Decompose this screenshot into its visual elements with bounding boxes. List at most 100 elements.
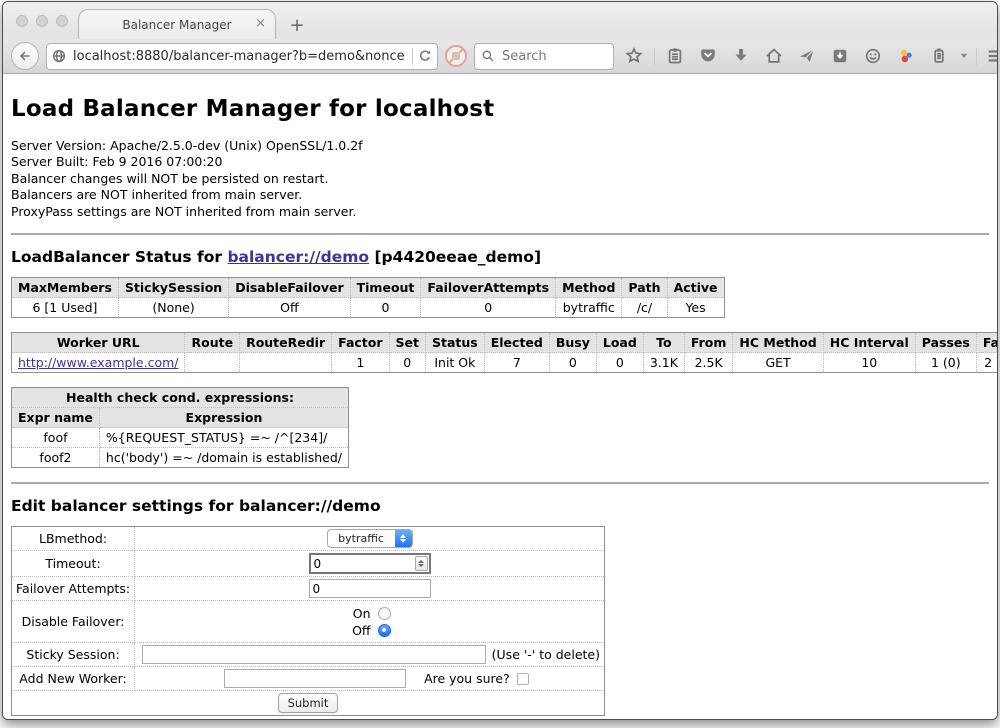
col-from: From	[684, 333, 733, 353]
cell-route	[185, 353, 240, 373]
cell-expr-name: foof2	[12, 448, 100, 468]
tab-close-icon[interactable]: ×	[255, 17, 266, 31]
battery-icon	[930, 47, 948, 65]
table-header-row: MaxMembers StickySession DisableFailover…	[12, 278, 725, 298]
cell-factor: 1	[332, 353, 389, 373]
close-window-button[interactable]	[16, 15, 28, 27]
form-row-add-worker: Add New Worker: Are you sure?	[12, 667, 605, 691]
sticky-session-hint: (Use '-' to delete)	[492, 647, 600, 662]
timeout-input[interactable]	[309, 553, 431, 574]
col-path: Path	[622, 278, 667, 298]
col-hc-method: HC Method	[733, 333, 823, 353]
worker-row: http://www.example.com/ 1 0 Init Ok 7 0 …	[12, 353, 998, 373]
browser-window: Balancer Manager × +	[2, 1, 998, 720]
zoom-window-button[interactable]	[56, 15, 68, 27]
col-load: Load	[596, 333, 643, 353]
url-bar[interactable]	[46, 43, 438, 70]
worker-url-link[interactable]: http://www.example.com/	[18, 355, 178, 370]
failover-attempts-input[interactable]	[309, 579, 431, 598]
balancer-status-table: MaxMembers StickySession DisableFailover…	[11, 277, 725, 318]
minimize-window-button[interactable]	[36, 15, 48, 27]
col-timeout: Timeout	[350, 278, 421, 298]
failover-attempts-cell	[135, 577, 605, 601]
balancer-link[interactable]: balancer://demo	[227, 248, 369, 266]
globe-icon	[51, 48, 67, 64]
are-you-sure-checkbox[interactable]	[517, 673, 529, 685]
radio-on[interactable]	[378, 607, 391, 620]
cell-fails: 2 (0)	[976, 353, 997, 373]
col-worker-url: Worker URL	[12, 333, 185, 353]
status-heading-prefix: LoadBalancer Status for	[11, 248, 227, 266]
cell-routeredir	[240, 353, 332, 373]
server-info: Server Version: Apache/2.5.0-dev (Unix) …	[11, 138, 989, 220]
radio-off-label: Off	[349, 623, 371, 638]
persist-note-line: Balancer changes will NOT be persisted o…	[11, 171, 989, 187]
content-blocker-icon[interactable]	[445, 45, 467, 67]
health-table-title: Health check cond. expressions:	[12, 388, 349, 408]
cell-hc-method: GET	[733, 353, 823, 373]
status-heading: LoadBalancer Status for balancer://demo …	[11, 248, 989, 266]
col-method: Method	[556, 278, 622, 298]
search-input[interactable]	[500, 48, 600, 65]
add-worker-input[interactable]	[224, 669, 406, 688]
new-tab-button[interactable]: +	[286, 17, 308, 35]
urlbar-divider	[412, 48, 413, 65]
home-button[interactable]	[761, 43, 787, 69]
radio-off[interactable]	[378, 624, 391, 637]
col-status: Status	[426, 333, 485, 353]
divider-1	[11, 233, 989, 235]
cell-maxmembers: 6 [1 Used]	[12, 298, 119, 318]
submit-button[interactable]: Submit	[278, 693, 339, 713]
titlebar: Balancer Manager × +	[3, 2, 997, 39]
are-you-sure-label: Are you sure?	[424, 671, 510, 686]
sticky-session-cell: (Use '-' to delete)	[135, 643, 605, 667]
bookmark-star-icon	[625, 47, 643, 65]
menu-icon	[987, 47, 998, 65]
form-row-lbmethod: LBmethod: bytraffic	[12, 527, 605, 551]
save-to-device-button[interactable]	[827, 43, 853, 69]
dropdown-caret-icon	[960, 53, 968, 59]
feedback-button[interactable]	[860, 43, 886, 69]
col-expression: Expression	[99, 408, 348, 428]
form-row-failover-attempts: Failover Attempts:	[12, 577, 605, 601]
search-icon	[481, 49, 495, 63]
col-stickysession: StickySession	[118, 278, 228, 298]
extension-colors-button[interactable]	[893, 43, 919, 69]
battery-button[interactable]	[926, 43, 952, 69]
page-content: Load Balancer Manager for localhost Serv…	[3, 74, 997, 720]
cell-passes: 1 (0)	[915, 353, 976, 373]
send-icon	[798, 47, 816, 65]
bookmark-star-button[interactable]	[621, 43, 647, 69]
cell-to: 3.1K	[643, 353, 684, 373]
send-tab-button[interactable]	[794, 43, 820, 69]
reading-list-button[interactable]	[662, 43, 688, 69]
divider-2	[11, 482, 989, 484]
col-routeredir: RouteRedir	[240, 333, 332, 353]
url-input[interactable]	[71, 48, 408, 65]
lbmethod-select[interactable]: bytraffic	[327, 529, 413, 548]
col-passes: Passes	[915, 333, 976, 353]
cell-elected: 7	[484, 353, 549, 373]
number-spinner-icon[interactable]	[415, 556, 428, 571]
col-set: Set	[389, 333, 425, 353]
col-to: To	[643, 333, 684, 353]
submit-cell: Submit	[12, 691, 605, 716]
pocket-button[interactable]	[695, 43, 721, 69]
health-row: foof %{REQUEST_STATUS} =~ /^[234]/	[12, 428, 349, 448]
col-maxmembers: MaxMembers	[12, 278, 119, 298]
add-worker-cell: Are you sure?	[135, 667, 605, 691]
browser-tab[interactable]: Balancer Manager ×	[78, 9, 276, 39]
health-row: foof2 hc('body') =~ /domain is establish…	[12, 448, 349, 468]
failover-attempts-label: Failover Attempts:	[12, 577, 135, 601]
page-title: Load Balancer Manager for localhost	[11, 96, 989, 122]
window-controls	[16, 15, 68, 27]
sticky-session-input[interactable]	[142, 645, 486, 664]
search-bar[interactable]	[474, 43, 614, 70]
toolbar-overflow-caret[interactable]	[959, 53, 969, 59]
worker-table: Worker URL Route RouteRedir Factor Set S…	[11, 332, 997, 373]
downloads-button[interactable]	[728, 43, 754, 69]
back-button[interactable]	[11, 42, 39, 70]
reload-icon[interactable]	[417, 48, 433, 64]
reading-list-icon	[666, 47, 684, 65]
menu-button[interactable]	[984, 43, 998, 69]
